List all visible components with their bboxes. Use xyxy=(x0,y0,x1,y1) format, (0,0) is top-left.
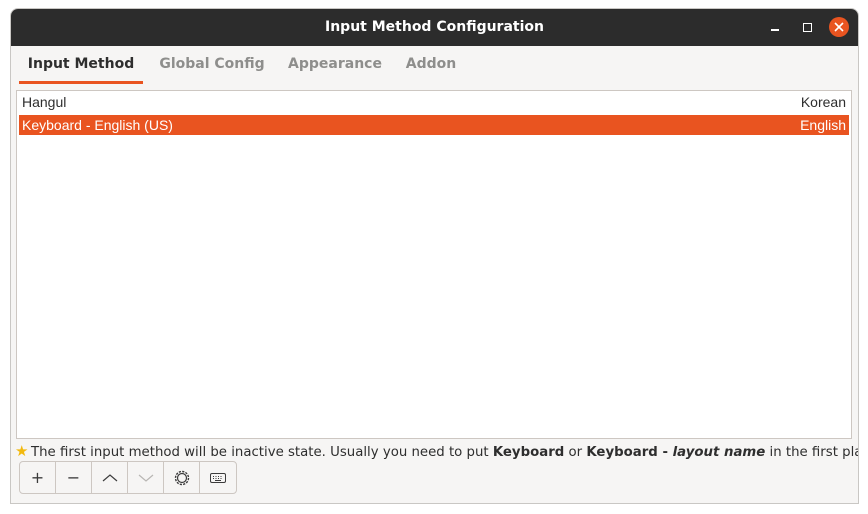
keyboard-layout-button[interactable] xyxy=(200,462,236,493)
list-toolbar: + − xyxy=(19,461,237,494)
window-title: Input Method Configuration xyxy=(325,19,544,35)
list-item[interactable]: Hangul Korean xyxy=(19,92,849,112)
close-button[interactable] xyxy=(829,17,849,37)
minus-icon: − xyxy=(66,468,81,487)
move-down-button[interactable] xyxy=(128,462,164,493)
list-item-selected[interactable]: Keyboard - English (US) English xyxy=(19,115,849,135)
hint-text: ★ The first input method will be inactive… xyxy=(15,442,858,460)
keyboard-icon xyxy=(210,472,226,483)
main-window: Input Method Configuration Input Method … xyxy=(10,8,859,504)
tab-addon[interactable]: Addon xyxy=(403,47,459,81)
settings-icon xyxy=(174,470,189,485)
minimize-button[interactable] xyxy=(765,17,785,37)
move-down-icon xyxy=(138,474,153,482)
tab-input-method[interactable]: Input Method xyxy=(19,47,143,84)
title-bar[interactable]: Input Method Configuration xyxy=(11,9,858,46)
remove-button[interactable]: − xyxy=(56,462,92,493)
input-method-language: Korean xyxy=(800,94,846,110)
minimize-icon xyxy=(771,29,779,31)
star-icon: ★ xyxy=(15,442,29,460)
tab-bar: Input Method Global Config Appearance Ad… xyxy=(19,47,858,84)
maximize-icon xyxy=(802,22,812,32)
maximize-button[interactable] xyxy=(797,17,817,37)
input-method-name: Keyboard - English (US) xyxy=(22,117,173,133)
input-method-language: English xyxy=(800,117,846,133)
move-up-button[interactable] xyxy=(92,462,128,493)
move-up-icon xyxy=(102,473,117,481)
input-method-list[interactable]: Hangul Korean Keyboard - English (US) En… xyxy=(16,90,852,439)
plus-icon: + xyxy=(30,468,45,487)
tab-appearance[interactable]: Appearance xyxy=(285,47,385,81)
close-icon xyxy=(834,22,844,32)
input-method-name: Hangul xyxy=(22,94,67,110)
add-button[interactable]: + xyxy=(20,462,56,493)
configure-button[interactable] xyxy=(164,462,200,493)
tab-global-config[interactable]: Global Config xyxy=(157,47,267,81)
